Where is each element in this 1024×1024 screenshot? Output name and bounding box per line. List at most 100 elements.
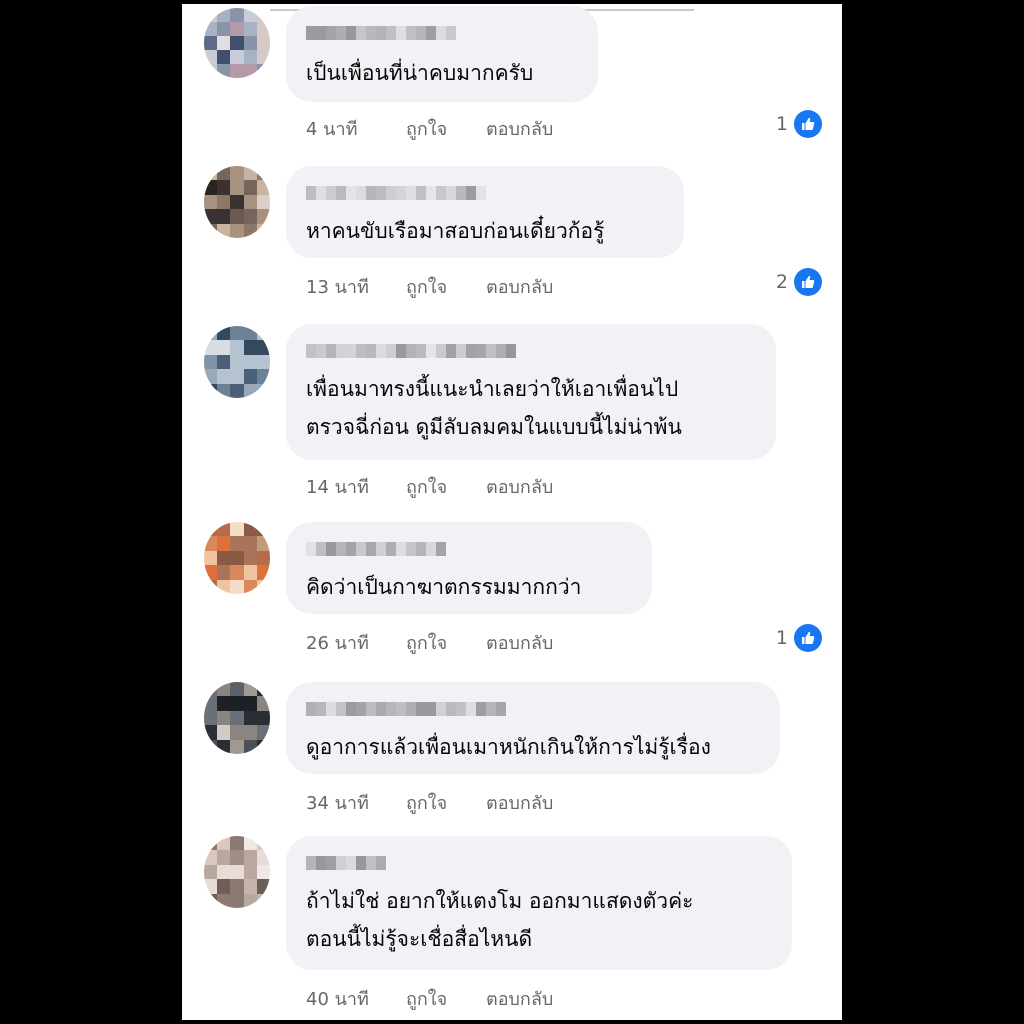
name-blur-pixel [446, 702, 456, 716]
avatar-pixel [217, 354, 231, 370]
reply-button[interactable]: ตอบกลับ [486, 114, 553, 143]
name-blur-pixel [376, 186, 386, 200]
avatar-pixel [243, 326, 257, 341]
avatar[interactable] [204, 326, 270, 398]
name-blur-pixel [386, 26, 396, 40]
name-blur-pixel [416, 542, 426, 556]
name-blur-pixel [436, 186, 446, 200]
comment-time[interactable]: 14 นาที [306, 472, 406, 501]
name-blur-pixel [426, 344, 436, 358]
commenter-name-blurred[interactable] [306, 702, 506, 716]
like-button[interactable]: ถูกใจ [406, 472, 486, 501]
comment-bubble: เพื่อนมาทรงนี้แนะนำเลยว่าให้เอาเพื่อนไป … [286, 324, 776, 460]
avatar-pixel [256, 354, 270, 370]
avatar-pixel [230, 340, 244, 355]
comment-time[interactable]: 26 นาที [306, 628, 406, 657]
reply-button[interactable]: ตอบกลับ [486, 984, 553, 1013]
name-blur-pixel [406, 344, 416, 358]
name-blur-pixel [446, 26, 456, 40]
reaction-count[interactable]: 2 [776, 268, 822, 296]
avatar[interactable] [204, 166, 270, 238]
avatar-pixel [204, 326, 218, 341]
reply-button[interactable]: ตอบกลับ [486, 272, 553, 301]
commenter-name-blurred[interactable] [306, 542, 446, 556]
avatar-pixel [204, 682, 218, 697]
like-button[interactable]: ถูกใจ [406, 628, 486, 657]
name-blur-pixel [366, 344, 376, 358]
avatar-pixel [217, 739, 231, 754]
reply-button[interactable]: ตอบกลับ [486, 788, 553, 817]
name-blur-pixel [366, 26, 376, 40]
name-blur-pixel [386, 702, 396, 716]
name-blur-pixel [416, 26, 426, 40]
avatar-pixel [243, 194, 257, 210]
like-button[interactable]: ถูกใจ [406, 788, 486, 817]
avatar-pixel [217, 180, 231, 195]
commenter-name-blurred[interactable] [306, 856, 386, 870]
name-blur-pixel [496, 702, 506, 716]
name-blur-pixel [406, 702, 416, 716]
name-blur-pixel [396, 702, 406, 716]
name-blur-pixel [316, 344, 326, 358]
name-blur-pixel [496, 344, 506, 358]
like-button[interactable]: ถูกใจ [406, 984, 486, 1013]
name-blur-pixel [316, 856, 326, 870]
avatar-pixel [256, 550, 270, 566]
name-blur-pixel [436, 702, 446, 716]
avatar-pixel [256, 223, 270, 238]
name-blur-pixel [336, 26, 346, 40]
avatar[interactable] [204, 682, 270, 754]
comment-meta: 14 นาที ถูกใจ ตอบกลับ [306, 472, 553, 501]
avatar-pixel [230, 879, 244, 894]
avatar-pixel [243, 354, 257, 370]
avatar-pixel [256, 739, 270, 754]
name-blur-pixel [316, 542, 326, 556]
avatar-pixel [243, 522, 257, 537]
avatar-pixel [256, 22, 270, 36]
like-button[interactable]: ถูกใจ [406, 114, 486, 143]
avatar-pixel [217, 326, 231, 341]
reply-button[interactable]: ตอบกลับ [486, 472, 553, 501]
name-blur-pixel [356, 702, 366, 716]
avatar-pixel [256, 864, 270, 880]
name-blur-pixel [476, 186, 486, 200]
commenter-name-blurred[interactable] [306, 344, 516, 358]
comment-time[interactable]: 13 นาที [306, 272, 406, 301]
avatar-pixel [204, 579, 218, 594]
comment-text: หาคนขับเรือมาสอบก่อนเดี๋ยวก้อรู้ [306, 219, 605, 243]
avatar-pixel [217, 864, 231, 880]
avatar-pixel [256, 725, 270, 740]
avatar-pixel [243, 8, 257, 22]
comment-time[interactable]: 40 นาที [306, 984, 406, 1013]
avatar-pixel [230, 864, 244, 880]
avatar-pixel [256, 522, 270, 537]
like-button[interactable]: ถูกใจ [406, 272, 486, 301]
avatar-pixel [256, 682, 270, 697]
name-blur-pixel [406, 542, 416, 556]
name-blur-pixel [346, 856, 356, 870]
commenter-name-blurred[interactable] [306, 186, 486, 200]
avatar[interactable] [204, 522, 270, 594]
commenter-name-blurred[interactable] [306, 26, 456, 40]
comment-bubble: เป็นเพื่อนที่น่าคบมากครับ [286, 6, 598, 102]
name-blur-pixel [366, 856, 376, 870]
avatar-pixel [256, 579, 270, 594]
name-blur-pixel [396, 186, 406, 200]
reaction-count[interactable]: 1 [776, 110, 822, 138]
name-blur-pixel [356, 26, 366, 40]
avatar-pixel [230, 36, 244, 50]
avatar[interactable] [204, 8, 270, 78]
name-blur-pixel [376, 702, 386, 716]
comment-time[interactable]: 34 นาที [306, 788, 406, 817]
reaction-count[interactable]: 1 [776, 624, 822, 652]
name-blur-pixel [476, 344, 486, 358]
avatar-pixel [230, 383, 244, 398]
avatar-pixel [217, 166, 231, 181]
reply-button[interactable]: ตอบกลับ [486, 628, 553, 657]
avatar-pixel [204, 893, 218, 908]
comment-time[interactable]: 4 นาที [306, 114, 406, 143]
name-blur-pixel [466, 186, 476, 200]
name-blur-pixel [346, 702, 356, 716]
name-blur-pixel [446, 344, 456, 358]
avatar[interactable] [204, 836, 270, 908]
